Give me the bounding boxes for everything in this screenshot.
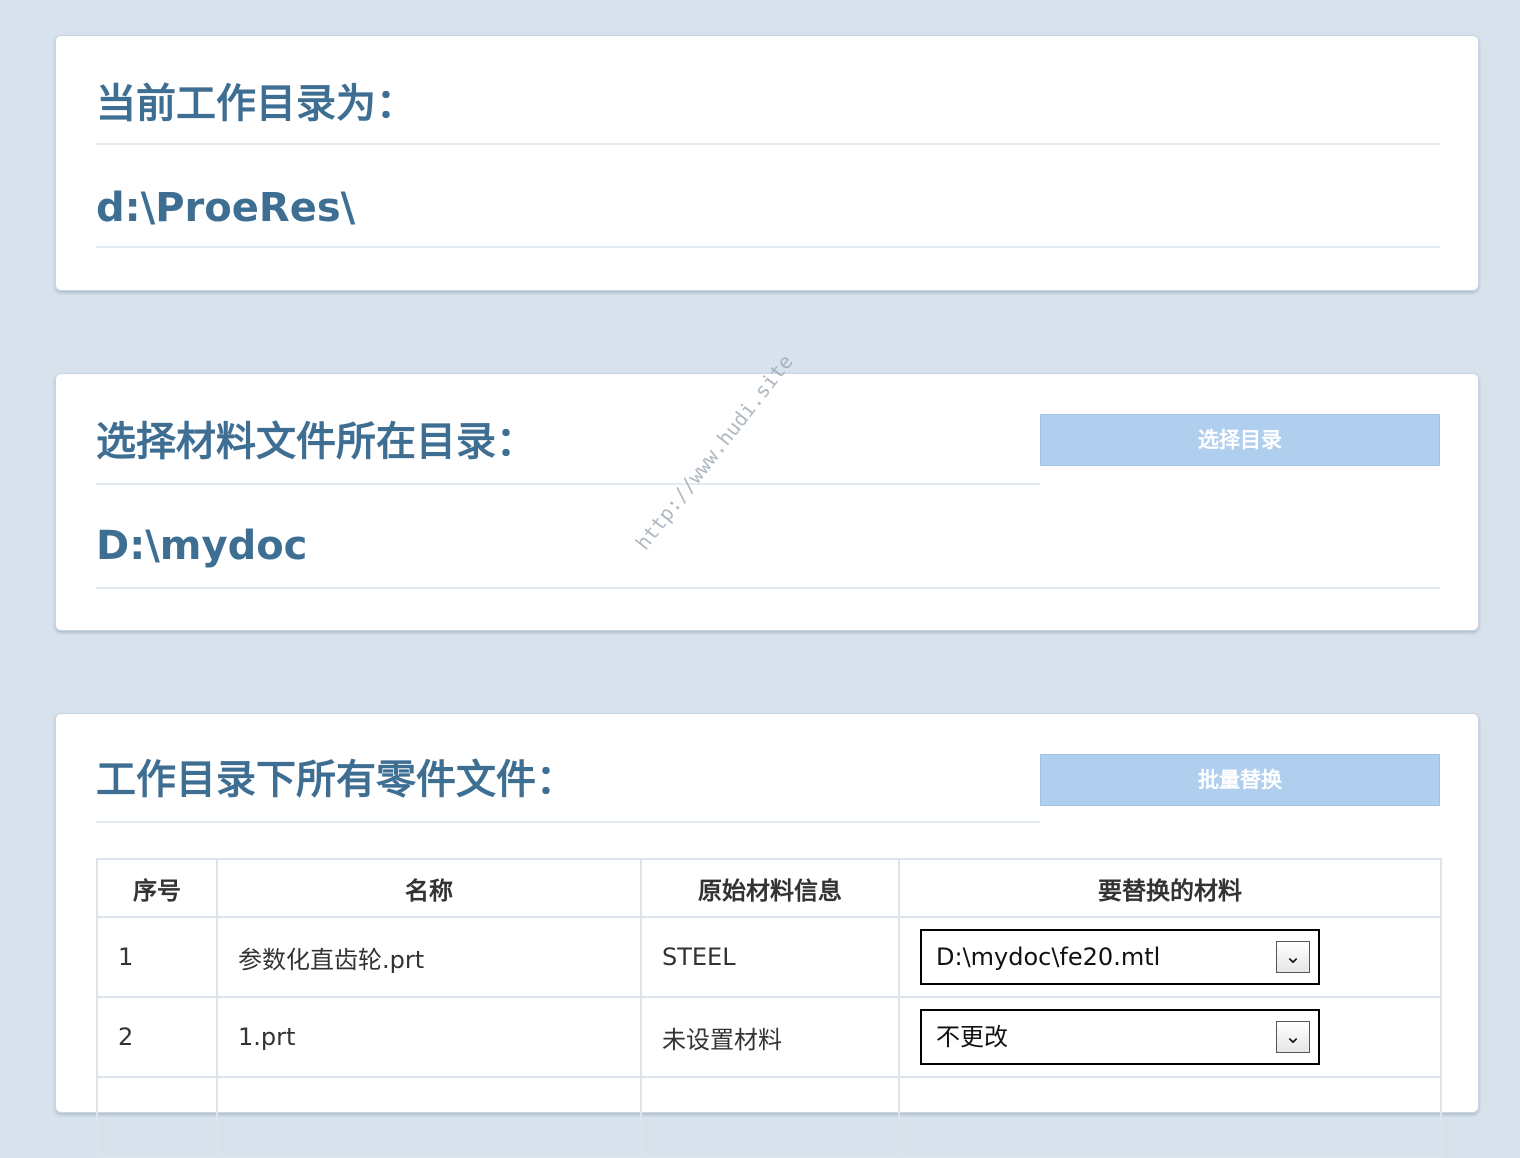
batch-replace-button[interactable]: 批量替换 — [1040, 754, 1440, 806]
chevron-down-icon[interactable]: ⌄ — [1276, 941, 1310, 973]
material-dir-panel: 选择材料文件所在目录： 选择目录 D:\mydoc — [55, 373, 1479, 631]
select-directory-button[interactable]: 选择目录 — [1040, 414, 1440, 466]
workdir-path: d:\ProeRes\ — [96, 185, 356, 231]
divider — [96, 246, 1440, 248]
divider — [96, 587, 1440, 589]
material-dir-path: D:\mydoc — [96, 523, 308, 569]
row-replace-cell: D:\mydoc\fe20.mtl ⌄ — [898, 916, 1442, 998]
row-original-material: STEEL — [640, 916, 900, 998]
divider — [96, 143, 1440, 145]
divider — [96, 483, 1040, 485]
material-dir-heading: 选择材料文件所在目录： — [96, 419, 536, 465]
column-header-index: 序号 — [96, 858, 218, 918]
row-original-material: 未设置材料 — [640, 996, 900, 1078]
row-part-name: 参数化直齿轮.prt — [216, 916, 642, 998]
replace-material-select[interactable]: 不更改 ⌄ — [920, 1009, 1320, 1065]
row-index: 1 — [96, 916, 218, 998]
workdir-panel: 当前工作目录为： d:\ProeRes\ — [55, 35, 1479, 291]
column-header-original-material: 原始材料信息 — [640, 858, 900, 918]
table-row — [96, 1076, 1442, 1158]
row-index: 2 — [96, 996, 218, 1078]
replace-material-select[interactable]: D:\mydoc\fe20.mtl ⌄ — [920, 929, 1320, 985]
column-header-replace-material: 要替换的材料 — [898, 858, 1442, 918]
parts-table: 序号 名称 原始材料信息 要替换的材料 1 参数化直齿轮.prt STEEL D… — [96, 858, 1442, 1158]
workdir-heading: 当前工作目录为： — [96, 81, 416, 127]
select-value: 不更改 — [936, 1023, 1008, 1051]
table-header-row: 序号 名称 原始材料信息 要替换的材料 — [96, 858, 1442, 918]
parts-panel: 工作目录下所有零件文件： 批量替换 序号 名称 原始材料信息 要替换的材料 1 … — [55, 713, 1479, 1158]
column-header-name: 名称 — [216, 858, 642, 918]
parts-heading: 工作目录下所有零件文件： — [96, 757, 576, 803]
divider — [96, 821, 1040, 823]
chevron-down-icon[interactable]: ⌄ — [1276, 1021, 1310, 1053]
row-replace-cell: 不更改 ⌄ — [898, 996, 1442, 1078]
select-value: D:\mydoc\fe20.mtl — [936, 943, 1161, 971]
table-row: 1 参数化直齿轮.prt STEEL D:\mydoc\fe20.mtl ⌄ — [96, 916, 1442, 998]
table-row: 2 1.prt 未设置材料 不更改 ⌄ — [96, 996, 1442, 1078]
row-part-name: 1.prt — [216, 996, 642, 1078]
